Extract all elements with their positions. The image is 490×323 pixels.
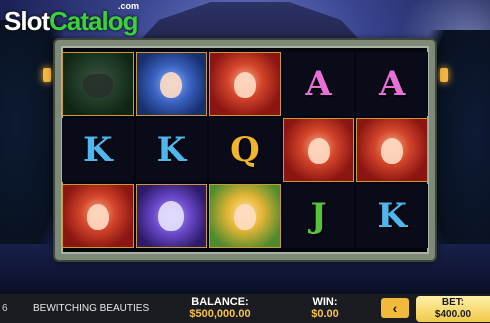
redhead-face-icon [86,204,109,230]
lantern-right-icon [440,68,448,82]
letter-k-text: K [377,196,407,236]
red-haired-beauty-symbol [62,184,134,248]
red-haired-beauty-symbol [356,118,428,182]
wolf-face-icon [82,74,113,98]
redhead-face-icon [233,72,256,98]
blue-witch-symbol [135,52,208,116]
blonde-fairy-symbol [209,184,281,248]
bet-button[interactable]: BET: $400.00 [416,296,490,322]
balance-value: $500,000.00 [189,308,251,320]
balance-label: BALANCE: [191,296,249,308]
red-haired-beauty-symbol [282,118,355,182]
owl-symbol [135,184,208,248]
bet-decrease-button[interactable]: ‹ [381,298,409,318]
redhead-face-icon [307,138,330,164]
bottom-bar: 6 BEWITCHING BEAUTIES BALANCE: $500,000.… [0,294,490,323]
bet-label: BET: [441,297,465,308]
win-value: $0.00 [311,308,339,320]
menu-number: 6 [2,303,8,314]
wolf-symbol [62,52,134,116]
letter-k-symbol: K [356,184,428,248]
letter-j-symbol: J [282,184,355,248]
letter-a-symbol: A [356,52,428,116]
letter-a-symbol: A [282,52,355,116]
letter-k-text: K [156,130,187,170]
letter-q-text: Q [230,130,260,170]
game-title: BEWITCHING BEAUTIES [33,303,150,314]
letter-q-symbol: Q [209,118,281,182]
chevron-left-icon: ‹ [392,300,398,316]
fairy-face-icon [233,204,256,230]
win-label: WIN: [312,296,338,308]
bet-value: $400.00 [434,309,472,320]
red-haired-beauty-symbol [209,52,281,116]
logo-com-text: .com [118,1,140,11]
letter-a-text: A [378,64,406,104]
logo-slot-text: Slot [4,6,50,36]
letter-k-text: K [83,130,113,170]
letter-a-text: A [305,64,332,104]
owl-face-icon [158,201,185,231]
letter-j-text: J [310,196,327,236]
slotcatalog-logo: SlotCatalog .com [4,1,139,40]
witch-face-icon [160,72,183,98]
redhead-face-icon [381,138,404,164]
letter-k-symbol: K [135,118,208,182]
letter-k-symbol: K [62,118,134,182]
reel-grid: A A K K Q J K [62,52,428,248]
lantern-left-icon [43,68,51,82]
